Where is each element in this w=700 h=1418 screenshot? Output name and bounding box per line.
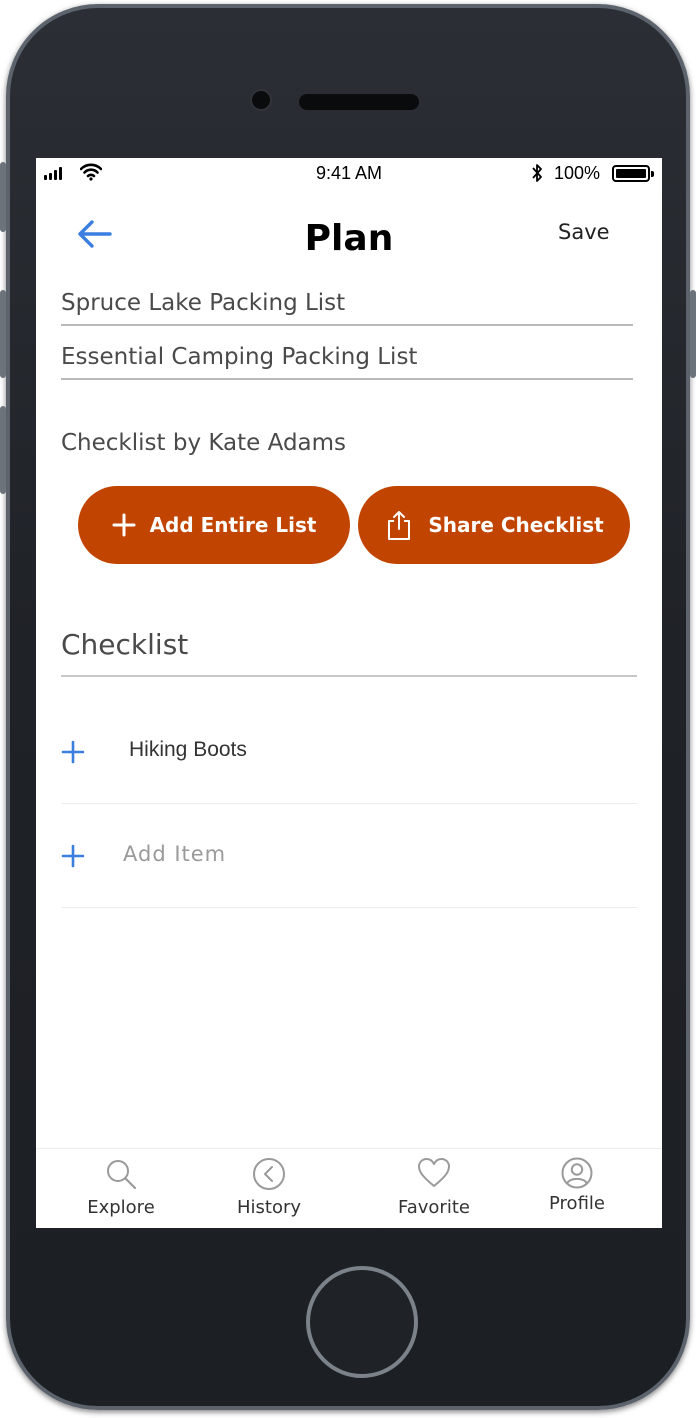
add-entire-list-button[interactable]: Add Entire List [78, 486, 350, 564]
checklist-author: Checklist by Kate Adams [61, 430, 347, 456]
tab-history[interactable]: History [204, 1149, 334, 1228]
profile-icon [561, 1157, 593, 1189]
tab-history-label: History [236, 1197, 302, 1218]
earpiece-speaker [299, 94, 419, 110]
checklist-item-label: Hiking Boots [129, 738, 247, 761]
tab-explore[interactable]: Explore [56, 1149, 186, 1228]
tab-favorite[interactable]: Favorite [369, 1149, 499, 1228]
plus-icon[interactable] [61, 740, 85, 764]
add-item-row[interactable]: Add Item [61, 804, 637, 908]
mute-switch [0, 162, 6, 232]
home-button[interactable] [306, 1266, 418, 1378]
plus-icon [112, 513, 136, 537]
checklist-item[interactable]: Hiking Boots [61, 700, 637, 804]
front-camera [250, 89, 272, 111]
share-icon [388, 511, 411, 540]
heart-icon [418, 1158, 450, 1187]
history-icon [253, 1158, 285, 1190]
tab-bar: Explore History Favorite Profile [36, 1148, 662, 1228]
tab-profile-label: Profile [549, 1193, 605, 1214]
share-checklist-button[interactable]: Share Checklist [358, 486, 630, 564]
checklist-heading: Checklist [61, 628, 637, 677]
add-item-input[interactable]: Add Item [123, 842, 226, 866]
tab-favorite-label: Favorite [398, 1197, 470, 1218]
list-description-field[interactable]: Essential Camping Packing List [61, 344, 633, 380]
battery-percent: 100% [554, 163, 601, 183]
plus-icon[interactable] [61, 844, 85, 868]
tab-explore-label: Explore [87, 1197, 155, 1218]
power-button [690, 290, 696, 378]
volume-up-button [0, 290, 6, 378]
share-checklist-label: Share Checklist [428, 513, 604, 537]
app-screen: 9:41 AM 100% Plan Save Spruce Lake Packi… [36, 158, 662, 1228]
battery-icon [612, 165, 654, 182]
list-name-field[interactable]: Spruce Lake Packing List [61, 290, 633, 326]
save-button[interactable]: Save [558, 220, 610, 244]
bluetooth-icon [532, 164, 542, 182]
status-bar: 9:41 AM 100% [36, 158, 662, 188]
add-entire-list-label: Add Entire List [149, 513, 317, 537]
search-icon [107, 1160, 137, 1190]
volume-down-button [0, 406, 6, 494]
tab-profile[interactable]: Profile [512, 1149, 642, 1228]
